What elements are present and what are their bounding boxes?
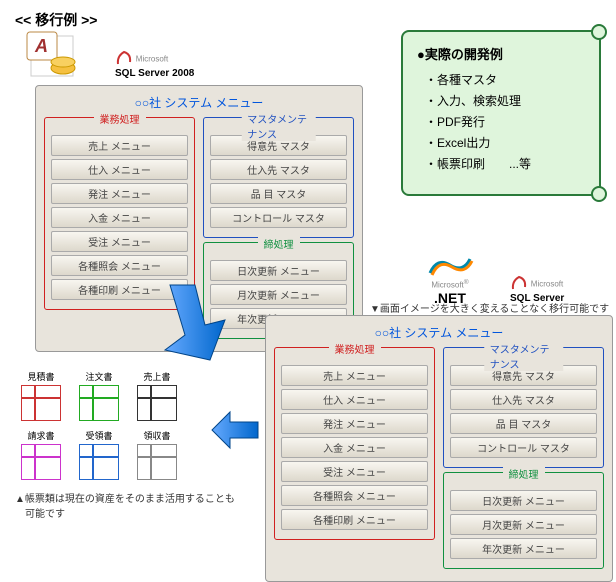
access-icon: A xyxy=(25,30,80,88)
example-note: ●実際の開発例 ・各種マスタ ・入力、検索処理 ・PDF発行 ・Excel出力 … xyxy=(401,30,601,196)
menu-button[interactable]: 入金 メニュー xyxy=(51,207,188,228)
menu-button[interactable]: 年次更新 メニュー xyxy=(450,538,597,559)
menu-button[interactable]: 日次更新 メニュー xyxy=(450,490,597,511)
menu-button[interactable]: 発注 メニュー xyxy=(51,183,188,204)
group-shime: 締処理 日次更新 メニュー 月次更新 メニュー 年次更新 メニュー xyxy=(443,472,604,569)
group-master: マスタメンテナンス 得意先 マスタ 仕入先 マスタ 品 目 マスタ コントロール… xyxy=(203,117,354,238)
group-master: マスタメンテナンス 得意先 マスタ 仕入先 マスタ 品 目 マスタ コントロール… xyxy=(443,347,604,468)
menu-button[interactable]: 仕入先 マスタ xyxy=(450,389,597,410)
dotnet-logo: Microsoft®.NET xyxy=(425,255,475,306)
menu-button[interactable]: 各種印刷 メニュー xyxy=(281,509,428,530)
document-thumbnails: 見積書 注文書 売上書 請求書 受領書 領収書 xyxy=(15,370,183,482)
doc-thumb: 領収書 xyxy=(131,429,183,482)
panel-title: ○○社 システム メニュー xyxy=(44,94,354,111)
menu-button[interactable]: コントロール マスタ xyxy=(210,207,347,228)
doc-thumb: 請求書 xyxy=(15,429,67,482)
group-gyomu: 業務処理 売上 メニュー 仕入 メニュー 発注 メニュー 入金 メニュー 受注 … xyxy=(274,347,435,540)
menu-button[interactable]: 仕入先 マスタ xyxy=(210,159,347,180)
menu-button[interactable]: 仕入 メニュー xyxy=(281,389,428,410)
menu-button[interactable]: 受注 メニュー xyxy=(281,461,428,482)
menu-button[interactable]: 各種照会 メニュー xyxy=(281,485,428,506)
menu-button[interactable]: 受注 メニュー xyxy=(51,231,188,252)
caption-bottom: ▲帳票類は現在の資産をそのまま活用することも 可能です xyxy=(15,490,235,520)
menu-button[interactable]: 品 目 マスタ xyxy=(210,183,347,204)
page-title: << 移行例 >> xyxy=(15,10,97,30)
menu-button[interactable]: 各種照会 メニュー xyxy=(51,255,188,276)
svg-text:A: A xyxy=(34,36,48,56)
panel-title: ○○社 システム メニュー xyxy=(274,324,604,341)
menu-button[interactable]: 売上 メニュー xyxy=(281,365,428,386)
menu-button[interactable]: 売上 メニュー xyxy=(51,135,188,156)
doc-thumb: 受領書 xyxy=(73,429,125,482)
caption-top: ▼画面イメージを大きく変えることなく移行可能です xyxy=(370,300,609,315)
menu-button[interactable]: 日次更新 メニュー xyxy=(210,260,347,281)
sql-server-2008-logo: MicrosoftSQL Server 2008 xyxy=(115,50,194,79)
arrow-left-icon xyxy=(210,410,260,453)
migrated-system-panel: ○○社 システム メニュー 業務処理 売上 メニュー 仕入 メニュー 発注 メニ… xyxy=(265,315,613,582)
doc-thumb: 見積書 xyxy=(15,370,67,423)
menu-button[interactable]: 発注 メニュー xyxy=(281,413,428,434)
arrow-down-icon xyxy=(150,280,270,373)
menu-button[interactable]: 入金 メニュー xyxy=(281,437,428,458)
menu-button[interactable]: コントロール マスタ xyxy=(450,437,597,458)
doc-thumb: 注文書 xyxy=(73,370,125,423)
doc-thumb: 売上書 xyxy=(131,370,183,423)
menu-button[interactable]: 仕入 メニュー xyxy=(51,159,188,180)
menu-button[interactable]: 品 目 マスタ xyxy=(450,413,597,434)
